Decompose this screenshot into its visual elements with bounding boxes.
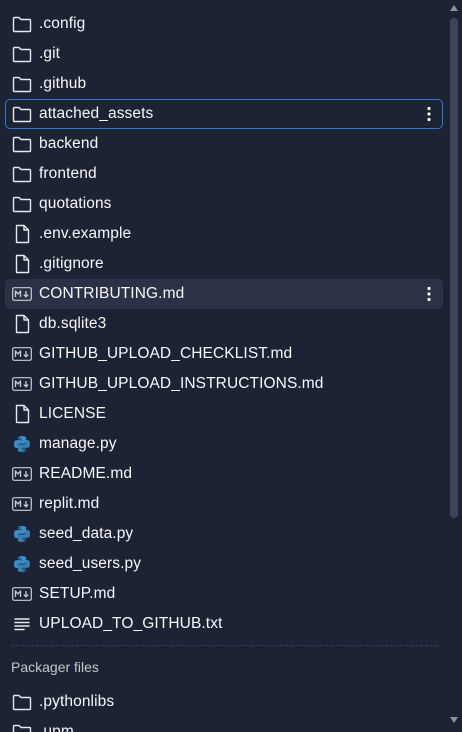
file-tree-item-github-upload-instructions-md[interactable]: GITHUB_UPLOAD_INSTRUCTIONS.md xyxy=(5,369,443,399)
file-tree-item-setup-md[interactable]: SETUP.md xyxy=(5,579,443,609)
file-tree-panel: .config .git .github attached_assetsbackend… xyxy=(0,0,446,732)
file-tree-item-seed-users-py[interactable]: seed_users.py xyxy=(5,549,443,579)
file-tree-item-contributing-md[interactable]: CONTRIBUTING.md xyxy=(5,279,443,309)
file-tree: .config .git .github attached_assetsbackend… xyxy=(5,9,443,639)
file-tree-item-label: .env.example xyxy=(39,225,132,242)
scrollbar-thumb[interactable] xyxy=(450,18,458,518)
folder-icon xyxy=(12,74,32,94)
file-tree-item-label: SETUP.md xyxy=(39,585,116,602)
file-tree-item-label: seed_data.py xyxy=(39,525,134,542)
file-tree-item-config[interactable]: .config xyxy=(5,9,443,39)
python-icon xyxy=(12,434,32,454)
file-tree-item-label: GITHUB_UPLOAD_INSTRUCTIONS.md xyxy=(39,375,324,392)
file-tree-item-db-sqlite3[interactable]: db.sqlite3 xyxy=(5,309,443,339)
file-tree-item-label: quotations xyxy=(39,195,112,212)
file-tree-item-label: frontend xyxy=(39,165,97,182)
folder-icon xyxy=(12,104,32,124)
file-tree-item-replit-md[interactable]: replit.md xyxy=(5,489,443,519)
folder-icon xyxy=(12,164,32,184)
file-icon xyxy=(12,404,32,424)
more-options-icon[interactable] xyxy=(422,285,436,303)
file-tree-item-backend[interactable]: backend xyxy=(5,129,443,159)
file-tree-item-seed-data-py[interactable]: seed_data.py xyxy=(5,519,443,549)
file-tree-item-upm[interactable]: .upm xyxy=(5,717,443,732)
file-tree-item-label: manage.py xyxy=(39,435,117,452)
file-tree-item-label: .upm xyxy=(39,723,74,732)
markdown-icon xyxy=(12,374,32,394)
markdown-icon xyxy=(12,494,32,514)
markdown-icon xyxy=(12,344,32,364)
file-tree-item-label: .git xyxy=(39,45,61,62)
file-tree-item-github[interactable]: .github xyxy=(5,69,443,99)
file-tree-item-label: GITHUB_UPLOAD_CHECKLIST.md xyxy=(39,345,293,362)
folder-icon xyxy=(12,14,32,34)
file-tree-item-label: replit.md xyxy=(39,495,100,512)
file-tree-item-gitignore[interactable]: .gitignore xyxy=(5,249,443,279)
file-tree-item-label: .config xyxy=(39,15,86,32)
file-tree-item-quotations[interactable]: quotations xyxy=(5,189,443,219)
file-tree-item-pythonlibs[interactable]: .pythonlibs xyxy=(5,687,443,717)
file-icon xyxy=(12,314,32,334)
folder-icon xyxy=(12,134,32,154)
file-tree-item-manage-py[interactable]: manage.py xyxy=(5,429,443,459)
file-tree-item-label: LICENSE xyxy=(39,405,107,422)
file-icon xyxy=(12,224,32,244)
file-tree-item-label: seed_users.py xyxy=(39,555,142,572)
file-tree-item-label: README.md xyxy=(39,465,133,482)
file-tree-item-frontend[interactable]: frontend xyxy=(5,159,443,189)
file-tree-item-label: .pythonlibs xyxy=(39,693,115,710)
file-tree-item-git[interactable]: .git xyxy=(5,39,443,69)
file-tree-item-readme-md[interactable]: README.md xyxy=(5,459,443,489)
folder-icon xyxy=(12,194,32,214)
file-icon xyxy=(12,254,32,274)
scroll-down-arrow-icon[interactable] xyxy=(448,714,460,726)
file-tree-item-label: .gitignore xyxy=(39,255,104,272)
file-tree-item-label: db.sqlite3 xyxy=(39,315,107,332)
folder-icon xyxy=(12,44,32,64)
file-tree-item-label: CONTRIBUTING.md xyxy=(39,285,185,302)
file-tree-item-attached-assets[interactable]: attached_assets xyxy=(5,99,443,129)
file-tree-item-label: UPLOAD_TO_GITHUB.txt xyxy=(39,615,223,632)
file-tree-item-env-example[interactable]: .env.example xyxy=(5,219,443,249)
python-icon xyxy=(12,524,32,544)
more-options-icon[interactable] xyxy=(422,105,436,123)
file-tree-item-github-upload-checklist-md[interactable]: GITHUB_UPLOAD_CHECKLIST.md xyxy=(5,339,443,369)
packager-files-heading: Packager files xyxy=(11,659,99,675)
file-tree-item-label: .github xyxy=(39,75,87,92)
markdown-icon xyxy=(12,284,32,304)
file-tree-item-license[interactable]: LICENSE xyxy=(5,399,443,429)
text-file-icon xyxy=(12,614,32,634)
file-tree-item-upload-to-github-txt[interactable]: UPLOAD_TO_GITHUB.txt xyxy=(5,609,443,639)
folder-icon xyxy=(12,722,32,732)
markdown-icon xyxy=(12,464,32,484)
section-divider xyxy=(11,645,438,646)
scroll-up-arrow-icon[interactable] xyxy=(448,2,460,14)
file-tree-item-label: backend xyxy=(39,135,99,152)
folder-icon xyxy=(12,692,32,712)
python-icon xyxy=(12,554,32,574)
packager-file-tree: .pythonlibs .upm xyxy=(5,687,443,732)
vertical-scrollbar[interactable] xyxy=(446,0,462,732)
file-tree-item-label: attached_assets xyxy=(39,105,154,122)
markdown-icon xyxy=(12,584,32,604)
